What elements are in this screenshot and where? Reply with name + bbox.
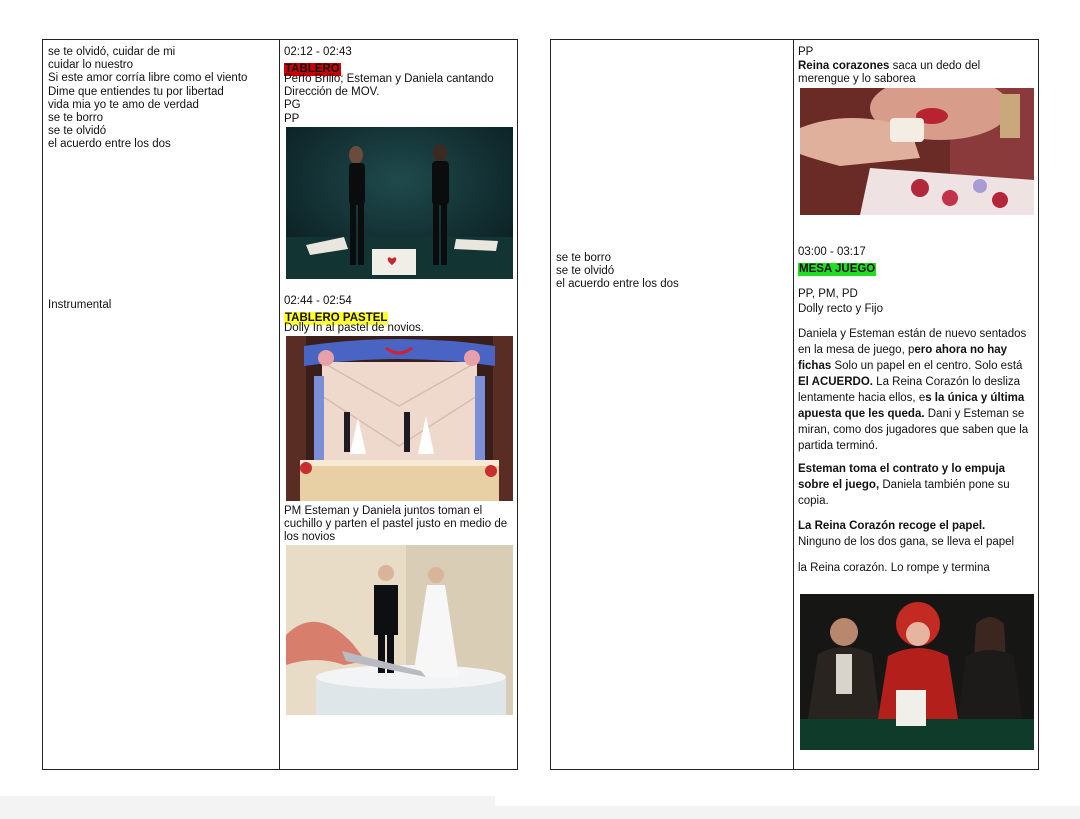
image-cake-cutting (286, 545, 513, 715)
shot-type-pp: PP (798, 46, 814, 58)
scene-tag-mesa-juego: MESA JUEGO (798, 263, 877, 276)
storyboard-page-left: se te olvidó, cuidar de mi cuidar lo nue… (42, 39, 518, 770)
character-queen-hearts: Reina corazones (798, 60, 890, 72)
scene-description-p1: Daniela y Esteman están de nuevo sentado… (798, 326, 1034, 454)
scene-notes-4: PP, PM, PD Dolly recto y Fijo (798, 288, 883, 315)
bottom-shade-patch (495, 796, 1080, 806)
lyrics-block-3: se te borro se te olvidó el acuerdo entr… (556, 252, 679, 291)
p3-a: La Reina Corazón recoge el papel. (798, 520, 986, 532)
scene-column-right: PP Reina corazones saca un dedo del mere… (794, 40, 1038, 769)
lyrics-block-1: se te olvidó, cuidar de mi cuidar lo nue… (48, 46, 248, 151)
scene-time-3: 03:00 - 03:17 (798, 246, 866, 258)
scene-time-1: 02:12 - 02:43 (284, 46, 352, 58)
scene-notes-3: PM Esteman y Daniela juntos toman el cuc… (284, 505, 508, 544)
scene-notes-queen: Reina corazones saca un dedo del merengu… (798, 60, 1034, 86)
lyrics-block-2: Instrumental (48, 299, 112, 311)
p1-d: El ACUERDO. (798, 376, 873, 388)
scene-notes-1: Perfo Brillo; Esteman y Daniela cantando… (284, 73, 494, 125)
image-wedding-cake-stage (286, 336, 513, 501)
storyboard-page-right: se te borro se te olvidó el acuerdo entr… (550, 39, 1039, 770)
lyrics-column-left: se te olvidó, cuidar de mi cuidar lo nue… (43, 40, 280, 769)
p1-c: Solo un papel en el centro. Solo está (831, 360, 1023, 372)
scene-description-p2: Esteman toma el contrato y lo empuja sob… (798, 461, 1034, 509)
image-board-couple (286, 127, 513, 279)
scene-column-left: 02:12 - 02:43 TABLERO Perfo Brillo; Este… (280, 40, 517, 769)
image-queen-tasting (800, 88, 1034, 215)
p3-b: Ninguno de los dos gana, se lleva el pap… (798, 536, 1015, 548)
image-game-table (800, 594, 1034, 750)
scene-notes-2: Dolly In al pastel de novios. (284, 322, 424, 334)
scene-description-p4: la Reina corazón. Lo rompe y termina (798, 562, 990, 574)
scene-description-p3: La Reina Corazón recoge el papel. Ningun… (798, 518, 1038, 550)
scene-time-2: 02:44 - 02:54 (284, 295, 352, 307)
lyrics-column-right: se te borro se te olvidó el acuerdo entr… (551, 40, 794, 769)
bottom-shade (0, 796, 1080, 819)
